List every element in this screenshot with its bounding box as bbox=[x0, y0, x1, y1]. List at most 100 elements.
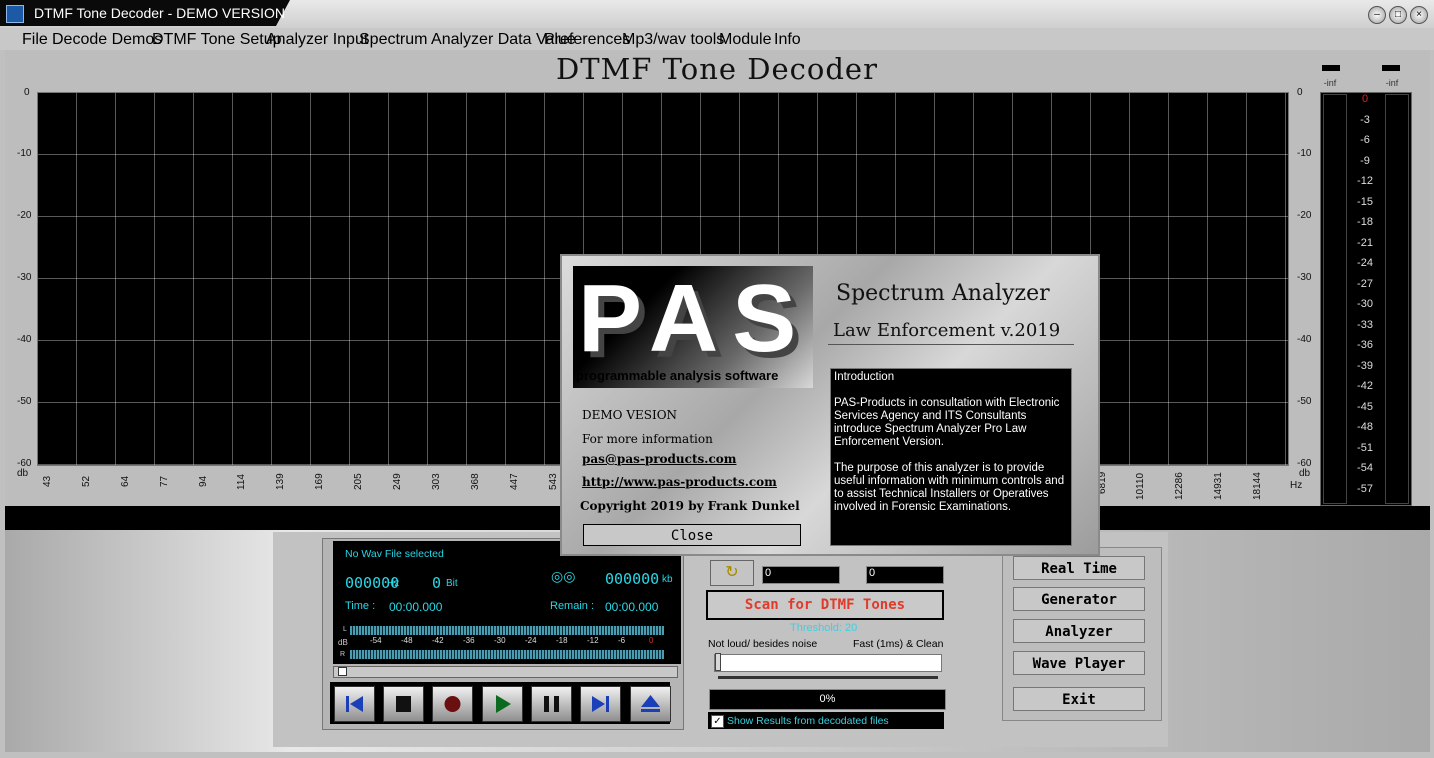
meter-scale-label: -36 bbox=[1357, 339, 1373, 351]
threshold-slider[interactable] bbox=[714, 653, 942, 672]
y-tick-right: -40 bbox=[1297, 334, 1312, 345]
db-scale-label: -24 bbox=[525, 636, 537, 645]
divider bbox=[718, 676, 938, 679]
loop-button[interactable]: ↻ bbox=[710, 560, 754, 586]
menu-decode-demos[interactable]: Decode Demos bbox=[52, 31, 162, 49]
meter-scale-label: -18 bbox=[1357, 216, 1373, 228]
eject-button[interactable] bbox=[630, 686, 671, 722]
x-tick: 169 bbox=[314, 473, 325, 490]
y-tick: -10 bbox=[17, 148, 32, 159]
x-tick: 139 bbox=[275, 473, 286, 490]
dialog-divider bbox=[828, 344, 1074, 345]
meter-scale-label: -21 bbox=[1357, 236, 1373, 249]
menu-info[interactable]: Info bbox=[774, 31, 801, 49]
slider-left-label: Not loud/ besides noise bbox=[708, 638, 818, 650]
position-slider-handle[interactable] bbox=[338, 667, 347, 676]
start-field[interactable]: 0 bbox=[762, 566, 840, 584]
play-button[interactable] bbox=[482, 686, 523, 722]
db-scale: -54 -48 -42 -36 -30 -24 -18 -12 -6 0 bbox=[350, 636, 670, 648]
page-title: DTMF Tone Decoder bbox=[556, 52, 878, 86]
db-scale-label: -54 bbox=[370, 636, 382, 645]
time-label: Time : bbox=[345, 600, 376, 612]
minimize-button[interactable]: – bbox=[1368, 6, 1386, 24]
remain-value: 00:00.000 bbox=[605, 600, 659, 614]
x-tick: 18144 bbox=[1252, 472, 1263, 500]
menu-file[interactable]: File bbox=[22, 31, 48, 49]
menu-dtmf-tone-setup[interactable]: DTMF Tone Setup bbox=[152, 31, 282, 49]
db-scale-label: -36 bbox=[463, 636, 475, 645]
intro-paragraph-2: The purpose of this analyzer is to provi… bbox=[834, 462, 1065, 513]
remain-label: Remain : bbox=[550, 600, 595, 612]
meter-scale-label: 0 bbox=[1361, 93, 1369, 105]
meter-scale-label: -27 bbox=[1357, 277, 1373, 290]
wave-player-button[interactable]: Wave Player bbox=[1013, 651, 1145, 675]
y-tick-right: -50 bbox=[1297, 396, 1312, 407]
menu-mp3-wav-tools[interactable]: Mp3/wav tools bbox=[622, 31, 724, 49]
intro-title: Introduction bbox=[834, 371, 895, 383]
intro-text-box: Introduction PAS-Products in consultatio… bbox=[830, 368, 1072, 546]
generator-button[interactable]: Generator bbox=[1013, 587, 1145, 611]
menu-analyzer-input[interactable]: Analyzer Input bbox=[266, 31, 368, 49]
x-tick: 12286 bbox=[1174, 472, 1185, 500]
x-tick: 10110 bbox=[1135, 472, 1146, 500]
meter-scale-label: -33 bbox=[1357, 318, 1373, 331]
y-tick: 0 bbox=[24, 87, 30, 98]
email-link[interactable]: pas@pas-products.com bbox=[582, 452, 736, 466]
meter-scale-label: -24 bbox=[1357, 257, 1373, 269]
real-time-button[interactable]: Real Time bbox=[1013, 556, 1145, 580]
x-tick: 368 bbox=[470, 473, 481, 490]
end-field[interactable]: 0 bbox=[866, 566, 944, 584]
record-button[interactable] bbox=[432, 686, 473, 722]
show-results-checkbox[interactable]: ✓ bbox=[711, 715, 724, 728]
meter-scale-label: -12 bbox=[1357, 175, 1373, 187]
kb-readout: 000000 bbox=[605, 570, 660, 588]
x-tick: 249 bbox=[392, 473, 403, 490]
position-slider[interactable] bbox=[333, 666, 678, 678]
analyzer-button[interactable]: Analyzer bbox=[1013, 619, 1145, 643]
db-scale-label: -42 bbox=[432, 636, 444, 645]
x-tick: 543 bbox=[548, 473, 559, 490]
meter-scale-label: -48 bbox=[1357, 421, 1373, 433]
db-scale-label: 0 bbox=[649, 636, 654, 645]
meter-scale-label: -57 bbox=[1357, 482, 1373, 495]
skip-forward-button[interactable] bbox=[580, 686, 621, 722]
db-scale-label: -30 bbox=[494, 636, 506, 645]
meter-scale-label: -9 bbox=[1360, 154, 1370, 167]
meter-scale-label: -51 bbox=[1357, 441, 1373, 454]
skip-back-button[interactable] bbox=[334, 686, 375, 722]
scan-dtmf-button[interactable]: Scan for DTMF Tones bbox=[706, 590, 944, 620]
meter-scale-label: -3 bbox=[1360, 113, 1370, 126]
meter-scale-label: -42 bbox=[1357, 380, 1373, 392]
show-results-label: Show Results from decodated files bbox=[727, 715, 889, 727]
record-icon bbox=[444, 696, 461, 712]
stop-icon bbox=[396, 696, 411, 712]
close-window-button[interactable]: × bbox=[1410, 6, 1428, 24]
pause-button[interactable] bbox=[531, 686, 572, 722]
menu-preferences[interactable]: Preferences bbox=[544, 31, 630, 49]
right-channel-bar bbox=[1385, 94, 1409, 504]
y-tick-right: -10 bbox=[1297, 148, 1312, 159]
r-label: R bbox=[340, 651, 346, 658]
edition-label: Law Enforcement v.2019 bbox=[833, 320, 1061, 341]
close-dialog-button[interactable]: Close bbox=[583, 524, 801, 546]
stop-button[interactable] bbox=[383, 686, 424, 722]
exit-button[interactable]: Exit bbox=[1013, 687, 1145, 711]
app-icon bbox=[6, 5, 24, 23]
y-unit-right: db bbox=[1299, 468, 1311, 479]
website-link[interactable]: http://www.pas-products.com bbox=[582, 475, 777, 489]
db-label: dB bbox=[338, 638, 348, 647]
stereo-icon: ◎◎ bbox=[551, 568, 576, 584]
kb-unit: kb bbox=[662, 574, 673, 585]
maximize-button[interactable]: □ bbox=[1389, 6, 1407, 24]
x-tick: 43 bbox=[42, 475, 53, 487]
copyright: Copyright 2019 by Frank Dunkel bbox=[580, 500, 800, 513]
x-tick: 77 bbox=[159, 475, 170, 487]
more-info-label: For more information bbox=[582, 432, 713, 446]
y-tick-right: 0 bbox=[1297, 87, 1303, 98]
x-tick: 64 bbox=[120, 475, 131, 487]
file-status: No Wav File selected bbox=[345, 548, 444, 560]
window-title: DTMF Tone Decoder - DEMO VERSION bbox=[34, 5, 286, 21]
bit-readout: 0 bbox=[432, 574, 442, 592]
menu-module[interactable]: Module bbox=[719, 31, 771, 49]
threshold-slider-handle[interactable] bbox=[715, 653, 721, 671]
